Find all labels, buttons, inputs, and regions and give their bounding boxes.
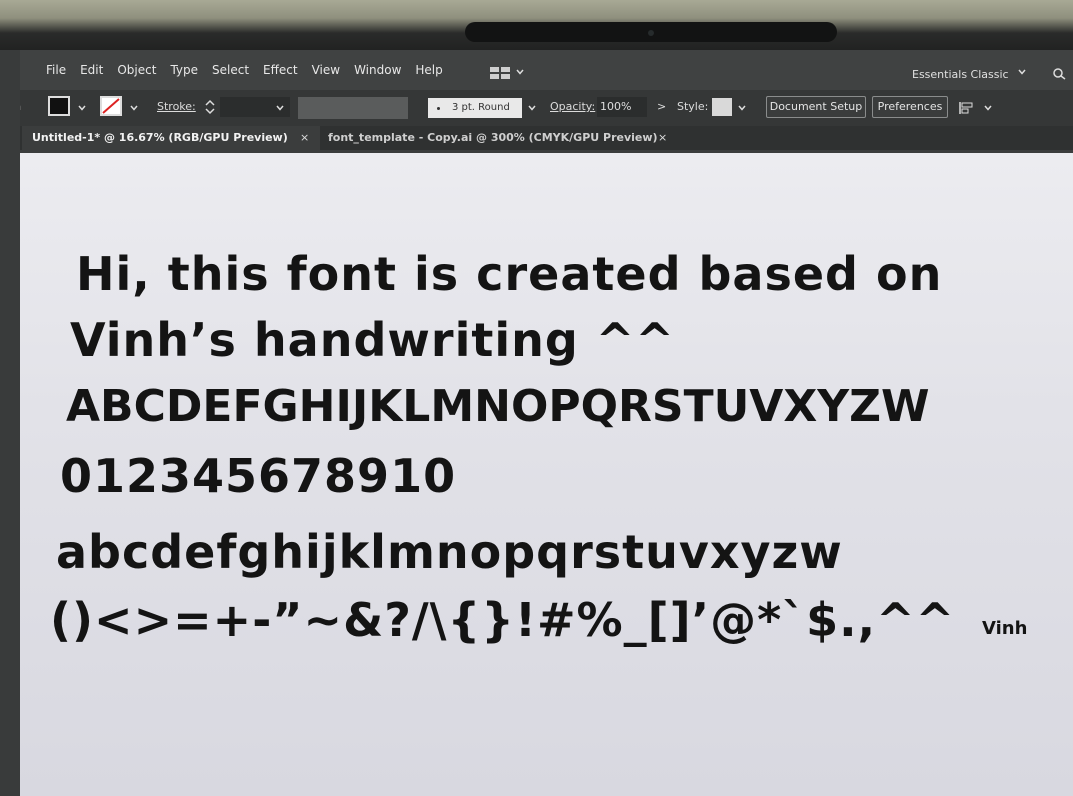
menu-help[interactable]: Help <box>415 63 442 77</box>
sample-line-1[interactable]: Hi, this font is created based on <box>76 247 942 301</box>
menu-file[interactable]: File <box>46 63 66 77</box>
preferences-button[interactable]: Preferences <box>872 96 948 118</box>
brush-label: 3 pt. Round <box>452 102 510 113</box>
stroke-swatch[interactable] <box>100 96 122 116</box>
tab-untitled-1[interactable]: Untitled-1* @ 16.67% (RGB/GPU Preview) <box>22 126 320 150</box>
tab-font-template[interactable]: font_template - Copy.ai @ 300% (CMYK/GPU… <box>322 126 682 150</box>
menu-select[interactable]: Select <box>212 63 249 77</box>
tab-close-button[interactable]: × <box>658 126 667 150</box>
menu-effect[interactable]: Effect <box>263 63 298 77</box>
chevron-down-icon[interactable] <box>276 105 284 111</box>
arrange-documents-icon[interactable] <box>490 67 510 79</box>
variable-width-profile[interactable] <box>298 97 408 119</box>
chevron-down-icon[interactable] <box>984 105 992 111</box>
uppercase-alphabet[interactable]: ABCDEFGHIJKLMNOPQRSTUVXYZW <box>66 381 930 432</box>
menu-window[interactable]: Window <box>354 63 401 77</box>
signature-vinh[interactable]: Vinh <box>982 618 1027 639</box>
symbols-line[interactable]: ()<>=+-”~&?/\{}!#%_[]’@*`$.,^^ <box>50 593 955 647</box>
menu-type[interactable]: Type <box>170 63 198 77</box>
chevron-down-icon[interactable] <box>738 105 746 111</box>
chevron-down-icon[interactable] <box>516 69 524 75</box>
tab-close-button[interactable]: × <box>300 126 309 150</box>
align-icon[interactable] <box>958 100 976 116</box>
opacity-field[interactable]: 100% <box>597 97 647 117</box>
opacity-expand-chevron[interactable]: > <box>657 100 666 113</box>
webcam-lens <box>648 30 654 36</box>
stepper-icon[interactable] <box>204 98 216 116</box>
document-setup-button[interactable]: Document Setup <box>766 96 866 118</box>
style-label: Style: <box>677 100 709 113</box>
menu-items: File Edit Object Type Select Effect View… <box>46 63 457 77</box>
menu-bar: File Edit Object Type Select Effect View… <box>0 50 1073 90</box>
chevron-down-icon[interactable] <box>78 105 86 111</box>
menu-edit[interactable]: Edit <box>80 63 103 77</box>
tools-panel-edge <box>0 50 20 796</box>
chevron-down-icon[interactable] <box>1018 69 1026 75</box>
stroke-label[interactable]: Stroke: <box>157 100 196 113</box>
menu-object[interactable]: Object <box>117 63 156 77</box>
brush-dot-icon <box>437 107 440 110</box>
sample-line-2[interactable]: Vinh’s handwriting ^^ <box>70 313 675 367</box>
digits-line[interactable]: 012345678910 <box>60 449 456 503</box>
chevron-down-icon[interactable] <box>130 105 138 111</box>
workspace-switcher[interactable]: Essentials Classic <box>912 68 1009 81</box>
document-tab-bar: Untitled-1* @ 16.67% (RGB/GPU Preview) ×… <box>0 126 1073 150</box>
no-stroke-icon <box>102 98 120 114</box>
tab-label: Untitled-1* @ 16.67% (RGB/GPU Preview) <box>32 131 288 144</box>
illustrator-window: File Edit Object Type Select Effect View… <box>0 50 1073 796</box>
fill-swatch[interactable] <box>48 96 70 116</box>
tab-label: font_template - Copy.ai @ 300% (CMYK/GPU… <box>328 131 658 144</box>
search-icon[interactable] <box>1052 67 1068 81</box>
brush-definition-dropdown[interactable]: 3 pt. Round <box>428 98 522 118</box>
lowercase-alphabet[interactable]: abcdefghijklmnopqrstuvxyzw <box>56 525 843 579</box>
graphic-style-swatch[interactable] <box>712 98 732 116</box>
control-bar: tion Stroke: 3 pt. Round Opacity: 100% >… <box>0 90 1073 126</box>
chevron-down-icon[interactable] <box>528 105 536 111</box>
menu-view[interactable]: View <box>312 63 340 77</box>
artboard[interactable]: Hi, this font is created based on Vinh’s… <box>20 153 1073 796</box>
opacity-label[interactable]: Opacity: <box>550 100 595 113</box>
